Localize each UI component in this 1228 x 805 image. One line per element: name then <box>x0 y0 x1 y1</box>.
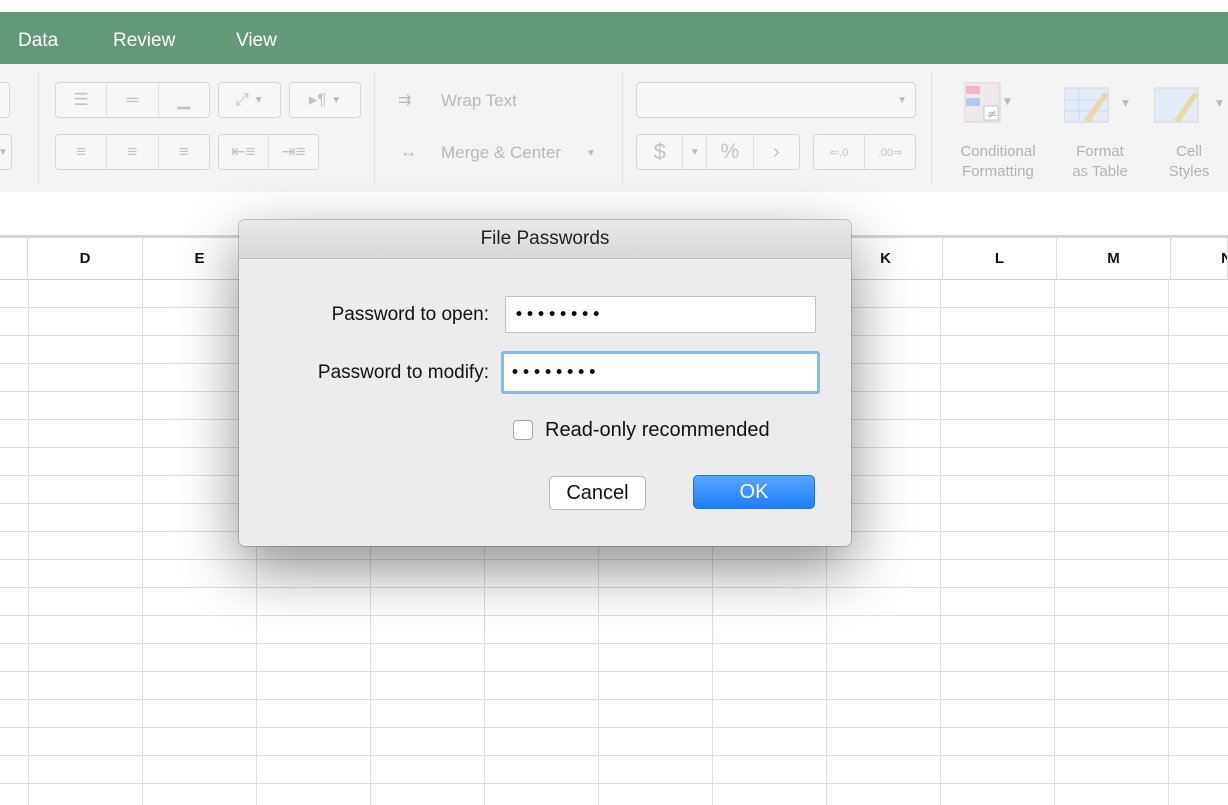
ribbon-divider <box>38 72 39 184</box>
ribbon: ▼ ☰ ═ ▁ ⤢ ▼ ▸¶ ▼ ≡ ≡ ≡ ⇤≡ ⇥≡ ⇉ Wrap Text… <box>0 64 1228 192</box>
tab-data[interactable]: Data <box>18 30 58 52</box>
cutoff-dropdown-bottom[interactable]: ▼ <box>0 134 12 170</box>
align-top-button[interactable]: ☰ <box>56 83 106 117</box>
wrap-text-icon: ⇉ <box>398 92 412 109</box>
decimal-group: ⇐.0 .00⇒ <box>813 134 916 170</box>
ribbon-tab-bar: Data Review View <box>0 12 1228 64</box>
conditional-formatting-label: Conditional Formatting <box>960 143 1036 180</box>
format-as-table-button[interactable]: ▼ Format as Table <box>1060 78 1140 188</box>
svg-text:▼: ▼ <box>1122 99 1129 109</box>
align-left-button[interactable]: ≡ <box>56 135 106 169</box>
ribbon-divider <box>622 72 623 184</box>
format-as-table-label: Format as Table <box>1072 143 1128 180</box>
increase-decimal-button[interactable]: ⇐.0 <box>814 135 864 169</box>
align-center-icon: ≡ <box>127 142 138 161</box>
format-as-table-icon: ▼ <box>1064 87 1129 123</box>
cell-styles-button[interactable]: ▼ Cell Styles <box>1146 78 1228 188</box>
chevron-down-icon: ▼ <box>689 146 700 158</box>
comma-style-button[interactable]: › <box>752 135 799 169</box>
currency-button[interactable]: $ <box>637 135 682 169</box>
align-right-button[interactable]: ≡ <box>157 135 209 169</box>
column-header-l[interactable]: L <box>943 238 1057 280</box>
align-bottom-button[interactable]: ▁ <box>157 83 209 117</box>
password-modify-label: Password to modify: <box>317 362 489 383</box>
column-header-n[interactable]: N <box>1171 238 1228 280</box>
align-left-icon: ≡ <box>76 142 87 161</box>
ribbon-divider <box>931 72 932 184</box>
increase-decimal-icon: ⇐.0 <box>829 146 849 159</box>
text-orientation-icon: ⤢ <box>235 90 249 109</box>
align-top-icon: ☰ <box>73 90 89 109</box>
cancel-button[interactable]: Cancel <box>549 476 646 510</box>
chevron-down-icon: ▼ <box>0 146 8 158</box>
svg-text:▼: ▼ <box>1216 99 1223 109</box>
horizontal-align-group: ≡ ≡ ≡ <box>55 134 210 170</box>
indent-group: ⇤≡ ⇥≡ <box>218 134 319 170</box>
align-bottom-icon: ▁ <box>177 90 191 109</box>
increase-indent-icon: ⇥≡ <box>281 142 306 161</box>
wrap-text-button[interactable]: ⇉ Wrap Text <box>398 88 528 114</box>
chevron-down-icon: ▼ <box>586 148 596 159</box>
file-passwords-dialog: File Passwords Password to open: •••••••… <box>239 220 851 546</box>
decrease-indent-button[interactable]: ⇤≡ <box>219 135 268 169</box>
ribbon-divider <box>374 72 375 184</box>
window-top-strip <box>0 0 1228 12</box>
column-header-n-label: N <box>1221 250 1227 267</box>
number-style-group: $ ▼ % › <box>636 134 800 170</box>
ok-button[interactable]: OK <box>693 475 815 509</box>
comma-icon: › <box>772 140 780 163</box>
percent-button[interactable]: % <box>706 135 752 169</box>
password-open-field[interactable]: •••••••• <box>505 296 816 333</box>
conditional-formatting-icon: ≠ ▼ <box>964 82 1011 123</box>
decrease-decimal-icon: .00⇒ <box>877 146 903 159</box>
orientation-button[interactable]: ⤢ ▼ <box>218 82 281 118</box>
merge-center-label: Merge & Center <box>441 143 561 162</box>
column-header-d[interactable]: D <box>28 238 143 280</box>
cell-styles-icon: ▼ <box>1154 87 1223 123</box>
paragraph-icon: ▸¶ <box>308 90 327 109</box>
align-middle-button[interactable]: ═ <box>106 83 157 117</box>
chevron-down-icon: ▼ <box>253 94 264 106</box>
vertical-align-group: ☰ ═ ▁ <box>55 82 210 118</box>
number-format-select[interactable]: ▼ <box>636 82 916 118</box>
cutoff-button-top[interactable] <box>0 82 10 118</box>
readonly-label[interactable]: Read-only recommended <box>545 419 770 442</box>
percent-icon: % <box>720 140 740 163</box>
svg-text:▼: ▼ <box>1004 97 1011 107</box>
decrease-indent-icon: ⇤≡ <box>231 142 256 161</box>
increase-indent-button[interactable]: ⇥≡ <box>268 135 318 169</box>
wrap-text-label: Wrap Text <box>441 91 517 110</box>
cell-styles-label: Cell Styles <box>1168 143 1210 180</box>
align-middle-icon: ═ <box>126 90 139 109</box>
currency-dropdown[interactable]: ▼ <box>682 135 706 169</box>
password-modify-field[interactable]: •••••••• <box>501 351 820 394</box>
tab-review[interactable]: Review <box>113 30 175 52</box>
merge-center-button[interactable]: ↔ Merge & Center ▼ <box>398 140 598 166</box>
password-open-label: Password to open: <box>331 304 489 325</box>
tab-view[interactable]: View <box>236 30 277 52</box>
decrease-decimal-button[interactable]: .00⇒ <box>864 135 915 169</box>
chevron-down-icon: ▼ <box>897 94 907 106</box>
chevron-down-icon: ▼ <box>331 94 342 106</box>
svg-text:≠: ≠ <box>987 107 997 121</box>
column-header-m[interactable]: M <box>1057 238 1171 280</box>
readonly-checkbox[interactable] <box>513 420 533 440</box>
align-center-button[interactable]: ≡ <box>106 135 157 169</box>
align-right-icon: ≡ <box>178 142 189 161</box>
currency-icon: $ <box>653 139 666 164</box>
column-header-partial[interactable] <box>0 238 28 280</box>
conditional-formatting-button[interactable]: ≠ ▼ Conditional Formatting <box>942 78 1054 188</box>
merge-icon: ↔ <box>400 142 417 161</box>
dialog-title: File Passwords <box>239 220 851 259</box>
paragraph-direction-button[interactable]: ▸¶ ▼ <box>289 82 361 118</box>
